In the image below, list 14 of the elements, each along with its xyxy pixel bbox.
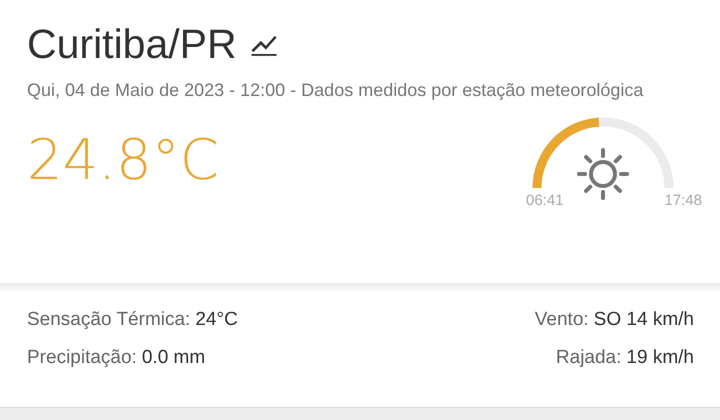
detail-value: 0.0 mm — [142, 347, 206, 369]
sunset-time: 17:48 — [664, 192, 702, 209]
sunrise-time: 06:41 — [526, 192, 564, 209]
detail-label: Sensação Térmica: — [27, 309, 190, 331]
detail-label: Rajada: — [556, 347, 622, 369]
city-title: Curitiba/PR — [27, 20, 237, 68]
detail-label: Precipitação: — [27, 347, 137, 369]
temperature: 24.8°C — [27, 128, 219, 193]
detail-value: SO 14 km/h — [594, 309, 694, 331]
detail-label: Vento: — [534, 309, 589, 331]
detail-value: 24°C — [195, 309, 238, 331]
date-subtitle: Qui, 04 de Maio de 2023 - 12:00 - Dados medidos por estação meteorológica — [27, 79, 644, 102]
detail-value: 19 km/h — [626, 347, 694, 369]
sun-icon — [575, 146, 631, 202]
